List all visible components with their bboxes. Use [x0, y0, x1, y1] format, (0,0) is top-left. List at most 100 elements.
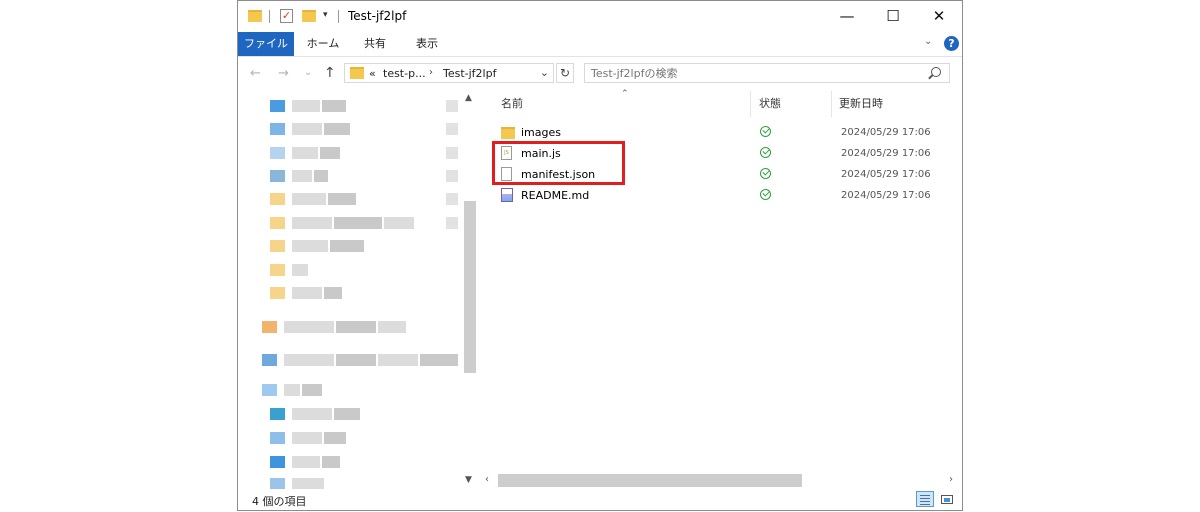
large-icons-view-button[interactable] — [938, 491, 956, 507]
chevron-down-icon[interactable]: ⌄ — [540, 66, 549, 79]
breadcrumb-parent[interactable]: test-p... — [383, 67, 426, 80]
navigation-bar: ← → ⌄ ↑ « test-p... › Test-jf2lpf ⌄ ↻ — [238, 57, 962, 91]
redacted-label — [292, 193, 326, 205]
nav-tree-item[interactable] — [270, 239, 470, 253]
column-divider[interactable] — [831, 91, 832, 117]
scroll-down-icon[interactable]: ▼ — [465, 475, 472, 485]
redacted-label — [324, 123, 350, 135]
nav-tree-item[interactable] — [270, 263, 470, 277]
file-row-images[interactable]: images 2024/05/29 17:06 — [481, 122, 961, 143]
pin-icon — [446, 100, 458, 112]
nav-tree-item[interactable] — [262, 383, 462, 397]
customize-quick-access-icon[interactable]: ▾ — [323, 10, 328, 26]
redacted-label — [336, 321, 376, 333]
search-input[interactable] — [591, 65, 911, 81]
redacted-label — [292, 123, 322, 135]
tab-file[interactable]: ファイル — [238, 32, 294, 56]
help-icon[interactable]: ? — [944, 36, 959, 51]
sync-status-icon — [760, 147, 771, 158]
nav-tree-item[interactable] — [270, 286, 470, 300]
folder-icon — [501, 127, 515, 139]
close-button[interactable]: ✕ — [916, 1, 962, 32]
address-bar[interactable]: « test-p... › Test-jf2lpf ⌄ — [344, 63, 554, 83]
file-modified: 2024/05/29 17:06 — [841, 127, 931, 138]
file-list-hscrollbar[interactable]: ‹ › — [481, 472, 961, 489]
scroll-right-icon[interactable]: › — [949, 474, 953, 485]
pin-icon — [446, 193, 458, 205]
details-view-button[interactable] — [916, 491, 934, 507]
up-button[interactable]: ↑ — [324, 65, 336, 81]
redacted-label — [292, 240, 328, 252]
redacted-label — [324, 287, 342, 299]
nav-tree-item[interactable] — [270, 146, 470, 160]
folder-icon — [270, 287, 285, 299]
expand-ribbon-icon[interactable]: ⌄ — [924, 36, 932, 47]
nav-tree-item[interactable] — [270, 216, 470, 230]
column-header-name[interactable]: 名前 — [501, 91, 523, 117]
redacted-label — [330, 240, 364, 252]
folder-icon — [262, 354, 277, 366]
folder-icon — [270, 147, 285, 159]
nav-tree-item[interactable] — [270, 192, 470, 206]
nav-tree-item[interactable] — [270, 407, 470, 421]
folder-icon — [270, 123, 285, 135]
breadcrumb-current[interactable]: Test-jf2lpf — [443, 67, 496, 80]
tab-home[interactable]: ホーム — [300, 32, 346, 56]
redacted-label — [328, 193, 356, 205]
divider — [338, 10, 339, 23]
minimize-button[interactable]: — — [824, 1, 870, 32]
maximize-button[interactable]: ☐ — [870, 1, 916, 32]
redacted-label — [384, 217, 414, 229]
tab-view[interactable]: 表示 — [404, 32, 450, 56]
nav-tree-item[interactable] — [270, 477, 470, 489]
file-row-readme-md[interactable]: README.md 2024/05/29 17:06 — [481, 185, 961, 206]
tab-share[interactable]: 共有 — [352, 32, 398, 56]
recent-locations-button[interactable]: ⌄ — [304, 67, 312, 78]
redacted-label — [292, 100, 320, 112]
column-header-modified[interactable]: 更新日時 — [839, 91, 883, 117]
breadcrumb-overflow[interactable]: « — [369, 67, 376, 80]
folder-icon — [270, 264, 285, 276]
ribbon: ファイル ホーム 共有 表示 ⌄ ? — [238, 32, 962, 57]
pin-icon — [446, 123, 458, 135]
scroll-left-icon[interactable]: ‹ — [485, 474, 489, 485]
nav-tree-item[interactable] — [270, 431, 470, 445]
nav-tree-item[interactable] — [262, 353, 462, 367]
scroll-up-icon[interactable]: ▲ — [465, 93, 472, 103]
scrollbar-thumb[interactable] — [464, 201, 476, 373]
properties-icon[interactable]: ✓ — [280, 9, 293, 23]
file-name: images — [521, 126, 561, 139]
folder-icon — [270, 478, 285, 489]
new-folder-icon[interactable] — [302, 10, 316, 22]
nav-tree-item[interactable] — [270, 122, 470, 136]
pin-icon — [446, 147, 458, 159]
column-header-status[interactable]: 状態 — [759, 91, 781, 117]
nav-tree-item[interactable] — [270, 169, 470, 183]
redacted-label — [324, 432, 346, 444]
redacted-label — [284, 354, 334, 366]
sort-ascending-icon: ⌃ — [621, 89, 629, 99]
search-icon[interactable] — [931, 67, 941, 77]
folder-icon — [270, 240, 285, 252]
folder-icon — [350, 67, 364, 79]
redacted-label — [302, 384, 322, 396]
nav-pane-scrollbar[interactable]: ▲ ▼ — [462, 91, 478, 489]
redacted-label — [284, 384, 300, 396]
nav-tree-item[interactable] — [270, 455, 470, 469]
forward-button[interactable]: → — [278, 66, 289, 81]
nav-tree-item[interactable] — [270, 99, 470, 113]
refresh-button[interactable]: ↻ — [556, 63, 574, 83]
redacted-label — [334, 217, 382, 229]
scrollbar-thumb[interactable] — [498, 474, 802, 487]
search-box[interactable] — [584, 63, 950, 83]
details-view-icon — [920, 495, 930, 496]
pin-icon — [446, 170, 458, 182]
folder-icon — [262, 321, 277, 333]
redacted-label — [292, 478, 324, 489]
chevron-right-icon[interactable]: › — [429, 67, 433, 78]
navigation-pane[interactable] — [238, 91, 478, 489]
back-button[interactable]: ← — [250, 66, 261, 81]
column-divider[interactable] — [750, 91, 751, 117]
nav-tree-item[interactable] — [262, 320, 462, 334]
window-title: Test-jf2lpf — [348, 9, 407, 23]
